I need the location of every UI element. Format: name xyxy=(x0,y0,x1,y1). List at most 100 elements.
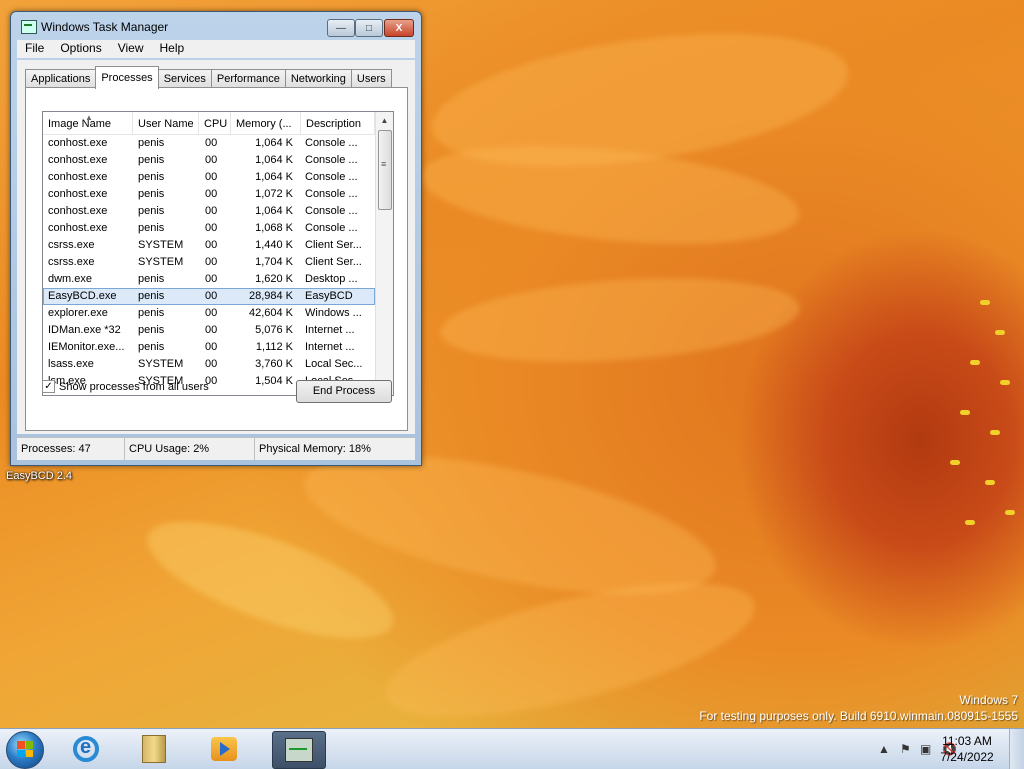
status-cpu-usage: CPU Usage: 2% xyxy=(125,438,255,460)
process-image-name: conhost.exe xyxy=(48,171,108,183)
process-memory: 42,604 K xyxy=(248,307,293,319)
process-image-name: EasyBCD.exe xyxy=(48,290,117,302)
clock-time: 11:03 AM xyxy=(942,734,992,748)
process-image-name: csrss.exe xyxy=(48,239,95,251)
process-cpu: 00 xyxy=(205,324,218,336)
checkbox-checked-icon[interactable]: ✓ xyxy=(42,380,55,393)
process-list-header: ▲ Image Name User Name CPU Memory (... D… xyxy=(43,112,375,135)
process-rows: conhost.exe penis 00 1,064 K Console ... conh… xyxy=(43,135,375,390)
desktop-label: EasyBCD 2.4 xyxy=(6,470,73,482)
show-hidden-icons[interactable]: ▲ xyxy=(878,742,890,756)
taskbar-media-player[interactable] xyxy=(198,731,250,767)
process-user-name: penis xyxy=(138,341,165,353)
tab-services[interactable]: Services xyxy=(157,69,212,88)
minimize-button[interactable]: — xyxy=(327,19,355,37)
taskbar: ▲ ⚑ ▣ 🔇 11:03 AM 7/24/2022 xyxy=(0,728,1024,769)
network-icon[interactable]: ▣ xyxy=(920,742,931,756)
build-watermark: Windows 7 For testing purposes only. Bui… xyxy=(699,692,1018,724)
process-row[interactable]: csrss.exe SYSTEM 00 1,440 K Client Ser... xyxy=(43,237,375,254)
process-cpu: 00 xyxy=(205,290,218,302)
tab-users[interactable]: Users xyxy=(350,69,392,88)
process-row[interactable]: explorer.exe penis 00 42,604 K Windows ... xyxy=(43,305,375,322)
watermark-line-1: Windows 7 xyxy=(959,693,1018,707)
start-orb-icon[interactable] xyxy=(6,731,44,769)
process-user-name: SYSTEM xyxy=(138,239,184,251)
show-desktop-button[interactable] xyxy=(1009,729,1024,769)
process-image-name: explorer.exe xyxy=(48,307,108,319)
taskbar-task-manager[interactable] xyxy=(272,731,326,769)
process-cpu: 00 xyxy=(205,137,218,149)
tab-performance[interactable]: Performance xyxy=(210,69,286,88)
process-memory: 1,620 K xyxy=(255,273,293,285)
column-description[interactable]: Description xyxy=(301,112,375,134)
process-cpu: 00 xyxy=(205,205,218,217)
process-row[interactable]: csrss.exe SYSTEM 00 1,704 K Client Ser... xyxy=(43,254,375,271)
process-description: Console ... xyxy=(305,171,358,183)
menu-bar: File Options View Help xyxy=(17,40,415,58)
scroll-up-icon[interactable]: ▲ xyxy=(376,112,393,129)
close-button[interactable]: X xyxy=(384,19,414,37)
process-image-name: conhost.exe xyxy=(48,154,108,166)
client-area: Applications Processes Services Performa… xyxy=(17,60,415,434)
process-user-name: penis xyxy=(138,324,165,336)
process-memory: 1,072 K xyxy=(255,188,293,200)
scroll-thumb[interactable] xyxy=(378,130,392,210)
process-row[interactable]: conhost.exe penis 00 1,064 K Console ... xyxy=(43,169,375,186)
end-process-button[interactable]: End Process xyxy=(296,380,392,403)
process-row[interactable]: conhost.exe penis 00 1,064 K Console ... xyxy=(43,152,375,169)
process-description: Console ... xyxy=(305,154,358,166)
process-row[interactable]: conhost.exe penis 00 1,072 K Console ... xyxy=(43,186,375,203)
column-image-name[interactable]: ▲ Image Name xyxy=(43,112,133,134)
libraries-icon xyxy=(142,735,166,763)
process-description: Windows ... xyxy=(305,307,362,319)
tab-applications[interactable]: Applications xyxy=(25,69,97,88)
status-physical-memory: Physical Memory: 18% xyxy=(259,443,371,455)
process-memory: 1,064 K xyxy=(255,205,293,217)
action-center-icon[interactable]: ⚑ xyxy=(900,742,911,756)
process-row[interactable]: EasyBCD.exe penis 00 28,984 K EasyBCD xyxy=(43,288,375,305)
clock[interactable]: 11:03 AM 7/24/2022 xyxy=(932,733,1002,765)
tab-networking[interactable]: Networking xyxy=(284,69,352,88)
process-row[interactable]: IEMonitor.exe... penis 00 1,112 K Internet .… xyxy=(43,339,375,356)
process-row[interactable]: lsass.exe SYSTEM 00 3,760 K Local Sec... xyxy=(43,356,375,373)
menu-view[interactable]: View xyxy=(110,40,152,58)
column-memory[interactable]: Memory (... xyxy=(231,112,301,134)
process-description: Desktop ... xyxy=(305,273,358,285)
taskbar-internet-explorer[interactable] xyxy=(60,731,112,767)
process-description: Console ... xyxy=(305,137,358,149)
tab-processes[interactable]: Processes xyxy=(95,66,159,89)
process-memory: 1,064 K xyxy=(255,137,293,149)
vertical-scrollbar[interactable]: ▲ ▼ xyxy=(375,112,393,395)
process-memory: 3,760 K xyxy=(255,358,293,370)
show-all-processes-checkbox[interactable]: ✓ Show processes from all users xyxy=(42,380,209,393)
process-user-name: penis xyxy=(138,290,165,302)
process-user-name: SYSTEM xyxy=(138,256,184,268)
menu-file[interactable]: File xyxy=(17,40,52,58)
process-image-name: conhost.exe xyxy=(48,205,108,217)
process-image-name: conhost.exe xyxy=(48,137,108,149)
maximize-button[interactable]: □ xyxy=(355,19,383,37)
process-row[interactable]: conhost.exe penis 00 1,064 K Console ... xyxy=(43,135,375,152)
process-cpu: 00 xyxy=(205,273,218,285)
column-image-name-label: Image Name xyxy=(48,118,111,130)
process-user-name: penis xyxy=(138,273,165,285)
process-list[interactable]: ▲ Image Name User Name CPU Memory (... D… xyxy=(42,111,394,396)
column-cpu[interactable]: CPU xyxy=(199,112,231,134)
process-row[interactable]: conhost.exe penis 00 1,064 K Console ... xyxy=(43,203,375,220)
process-row[interactable]: IDMan.exe *32 penis 00 5,076 K Internet ... xyxy=(43,322,375,339)
menu-help[interactable]: Help xyxy=(152,40,193,58)
process-image-name: IDMan.exe *32 xyxy=(48,324,121,336)
process-description: Local Sec... xyxy=(305,358,363,370)
process-row[interactable]: dwm.exe penis 00 1,620 K Desktop ... xyxy=(43,271,375,288)
menu-options[interactable]: Options xyxy=(52,40,109,58)
process-cpu: 00 xyxy=(205,307,218,319)
process-image-name: IEMonitor.exe... xyxy=(48,341,125,353)
column-user-name[interactable]: User Name xyxy=(133,112,199,134)
status-bar: Processes: 47 CPU Usage: 2% Physical Mem… xyxy=(17,437,415,460)
process-user-name: penis xyxy=(138,205,165,217)
internet-explorer-icon xyxy=(73,736,99,762)
process-row[interactable]: conhost.exe penis 00 1,068 K Console ... xyxy=(43,220,375,237)
process-cpu: 00 xyxy=(205,358,218,370)
taskbar-libraries[interactable] xyxy=(128,731,180,767)
title-bar[interactable]: Windows Task Manager — □ X xyxy=(11,12,421,38)
